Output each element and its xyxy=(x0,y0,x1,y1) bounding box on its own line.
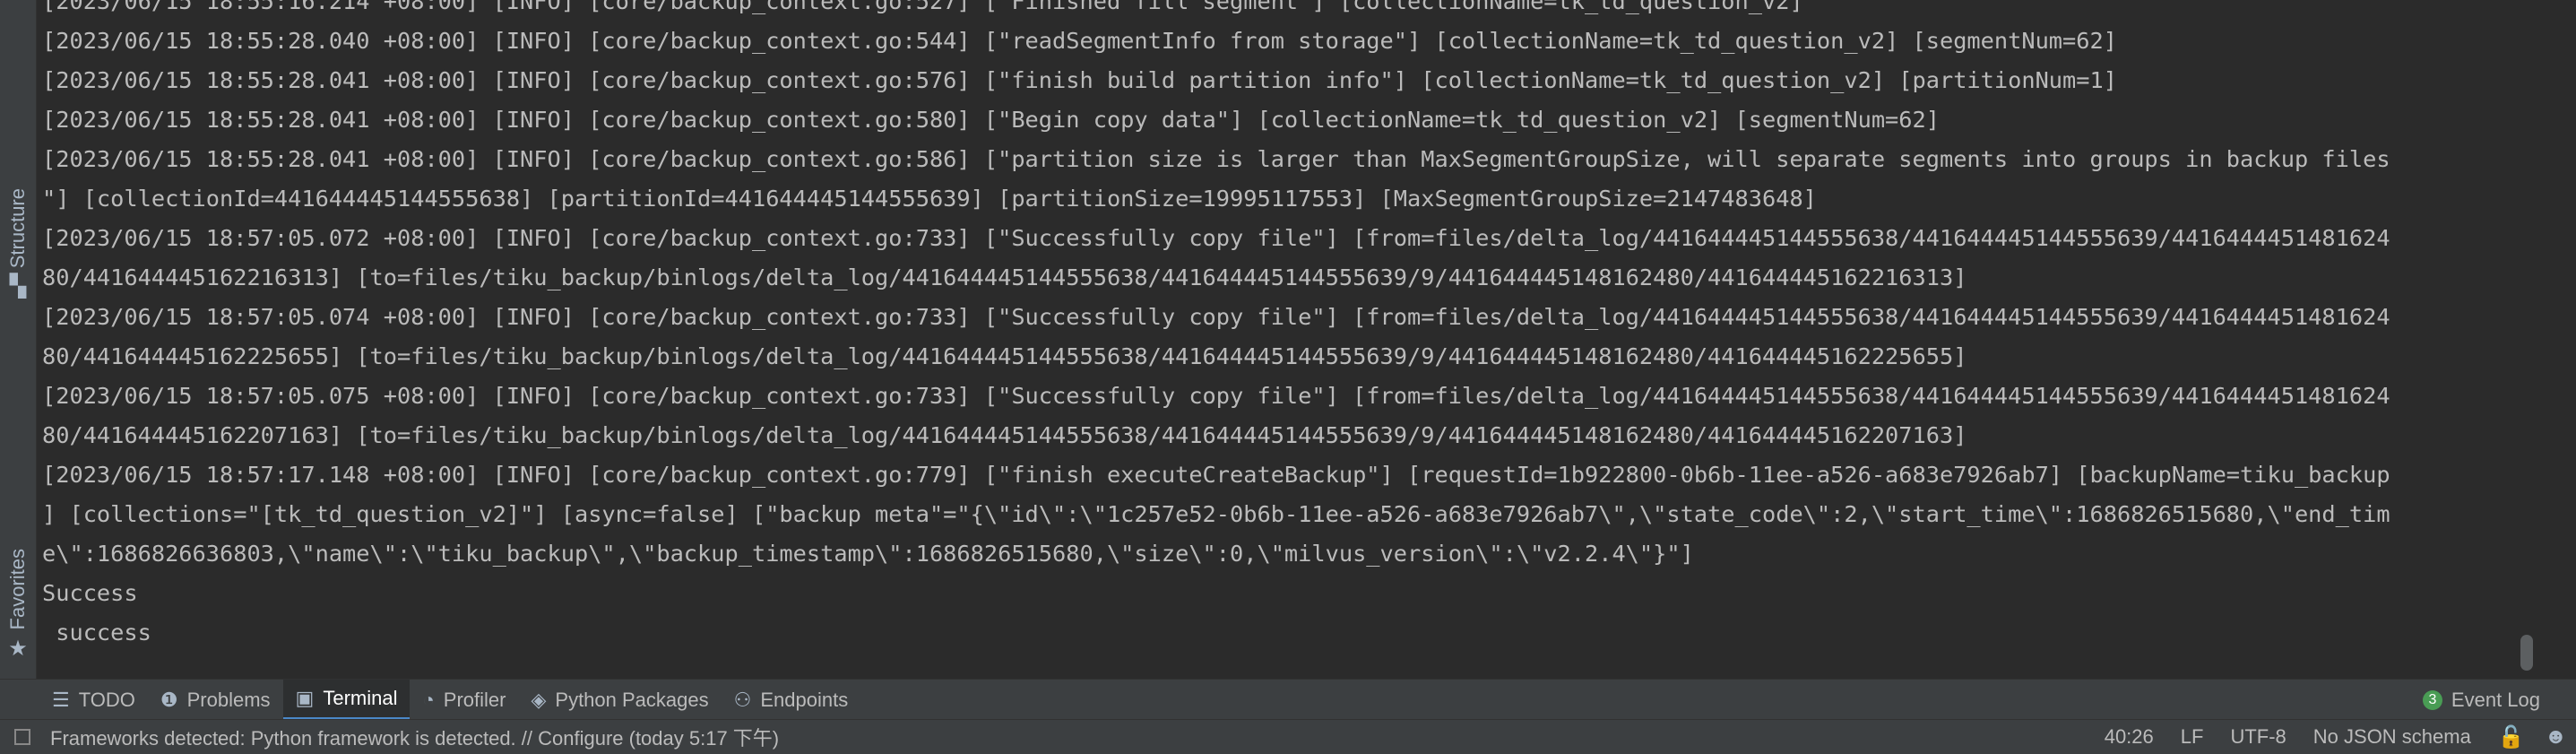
structure-tab[interactable]: Structure ▚ xyxy=(4,188,32,299)
tab-python-packages[interactable]: ◈ Python Packages xyxy=(518,680,721,720)
profiler-icon: ◔ xyxy=(422,688,435,711)
favorites-tab[interactable]: Favorites ★ xyxy=(4,547,32,663)
packages-icon: ◈ xyxy=(531,688,547,711)
star-icon: ★ xyxy=(8,636,28,661)
json-schema[interactable]: No JSON schema xyxy=(2313,725,2471,749)
log-line: [2023/06/15 18:57:05.074 +08:00] [INFO] … xyxy=(42,304,2390,330)
log-line: [2023/06/15 18:57:17.148 +08:00] [INFO] … xyxy=(42,462,2390,488)
log-line: [2023/06/15 18:55:28.040 +08:00] [INFO] … xyxy=(42,28,2117,54)
warning-icon: ❶ xyxy=(160,688,178,711)
terminal-log: [2023/06/15 18:55:16.214 +08:00] [INFO] … xyxy=(42,0,2534,653)
tab-todo[interactable]: ☰ TODO xyxy=(39,680,148,720)
tab-label: Profiler xyxy=(443,688,506,711)
log-line: 80/441644445162207163] [to=files/tiku_ba… xyxy=(42,422,1967,448)
terminal-output-panel[interactable]: [2023/06/15 18:55:16.214 +08:00] [INFO] … xyxy=(37,0,2551,679)
tab-label: Python Packages xyxy=(555,688,709,711)
favorites-tab-label: Favorites xyxy=(6,549,29,630)
list-icon: ☰ xyxy=(52,688,70,711)
event-log-badge: 3 xyxy=(2422,689,2442,710)
tab-label: Endpoints xyxy=(760,688,849,711)
tab-problems[interactable]: ❶ Problems xyxy=(148,680,283,720)
tab-terminal[interactable]: ▣ Terminal xyxy=(282,680,411,720)
tab-endpoints[interactable]: ⚇ Endpoints xyxy=(722,680,861,720)
lock-icon[interactable]: 🔓 xyxy=(2498,724,2525,750)
log-line: [2023/06/15 18:57:05.075 +08:00] [INFO] … xyxy=(42,383,2390,409)
log-line: 80/441644445162216313] [to=files/tiku_ba… xyxy=(42,264,1967,290)
endpoints-icon: ⚇ xyxy=(733,688,752,711)
event-log-button[interactable]: 3 Event Log xyxy=(2422,680,2540,720)
log-line: 80/441644445162225655] [to=files/tiku_ba… xyxy=(42,343,1967,369)
tool-window-bar: ☰ TODO ❶ Problems ▣ Terminal ◔ Profiler ◈ Python … xyxy=(0,679,2576,720)
structure-icon: ▚ xyxy=(9,274,27,299)
log-line: e\":1686826636803,\"name\":\"tiku_backup… xyxy=(42,541,1694,567)
log-line: [2023/06/15 18:55:28.041 +08:00] [INFO] … xyxy=(42,107,1940,133)
tab-label: Problems xyxy=(186,688,271,711)
tool-tabs-row: ☰ TODO ❶ Problems ▣ Terminal ◔ Profiler ◈ Python … xyxy=(39,680,860,720)
log-line: [2023/06/15 18:55:16.214 +08:00] [INFO] … xyxy=(42,0,1803,14)
scrollbar-thumb[interactable] xyxy=(2520,635,2533,671)
inspector-icon[interactable]: ☻ xyxy=(2545,724,2567,750)
event-log-label: Event Log xyxy=(2451,688,2540,711)
log-line: "] [collectionId=441644445144555638] [pa… xyxy=(42,186,1817,212)
log-line: success xyxy=(42,620,151,646)
log-line: Success xyxy=(42,580,138,606)
toggle-panels-icon[interactable] xyxy=(14,729,30,745)
left-tool-strip: Structure ▚ Favorites ★ xyxy=(0,0,37,679)
status-message-text: Frameworks detected: Python framework is… xyxy=(50,727,780,750)
status-message[interactable]: Frameworks detected: Python framework is… xyxy=(14,723,779,751)
log-line: [2023/06/15 18:55:28.041 +08:00] [INFO] … xyxy=(42,67,2117,93)
terminal-icon: ▣ xyxy=(295,687,315,709)
log-line: [2023/06/15 18:57:05.072 +08:00] [INFO] … xyxy=(42,225,2390,251)
terminal-scrollbar[interactable] xyxy=(2520,0,2533,679)
status-bar: Frameworks detected: Python framework is… xyxy=(0,719,2576,754)
caret-position[interactable]: 40:26 xyxy=(2105,725,2154,749)
status-right: 40:26 LF UTF-8 No JSON schema 🔓 ☻ xyxy=(2078,720,2567,754)
log-line: [2023/06/15 18:55:28.041 +08:00] [INFO] … xyxy=(42,146,2390,172)
line-ending[interactable]: LF xyxy=(2181,725,2204,749)
structure-tab-label: Structure xyxy=(6,187,29,269)
tab-profiler[interactable]: ◔ Profiler xyxy=(410,680,518,720)
tab-label: Terminal xyxy=(323,687,398,709)
tab-label: TODO xyxy=(78,688,135,711)
log-line: ] [collections="[tk_td_question_v2]"] [a… xyxy=(42,501,2390,527)
file-encoding[interactable]: UTF-8 xyxy=(2230,725,2286,749)
